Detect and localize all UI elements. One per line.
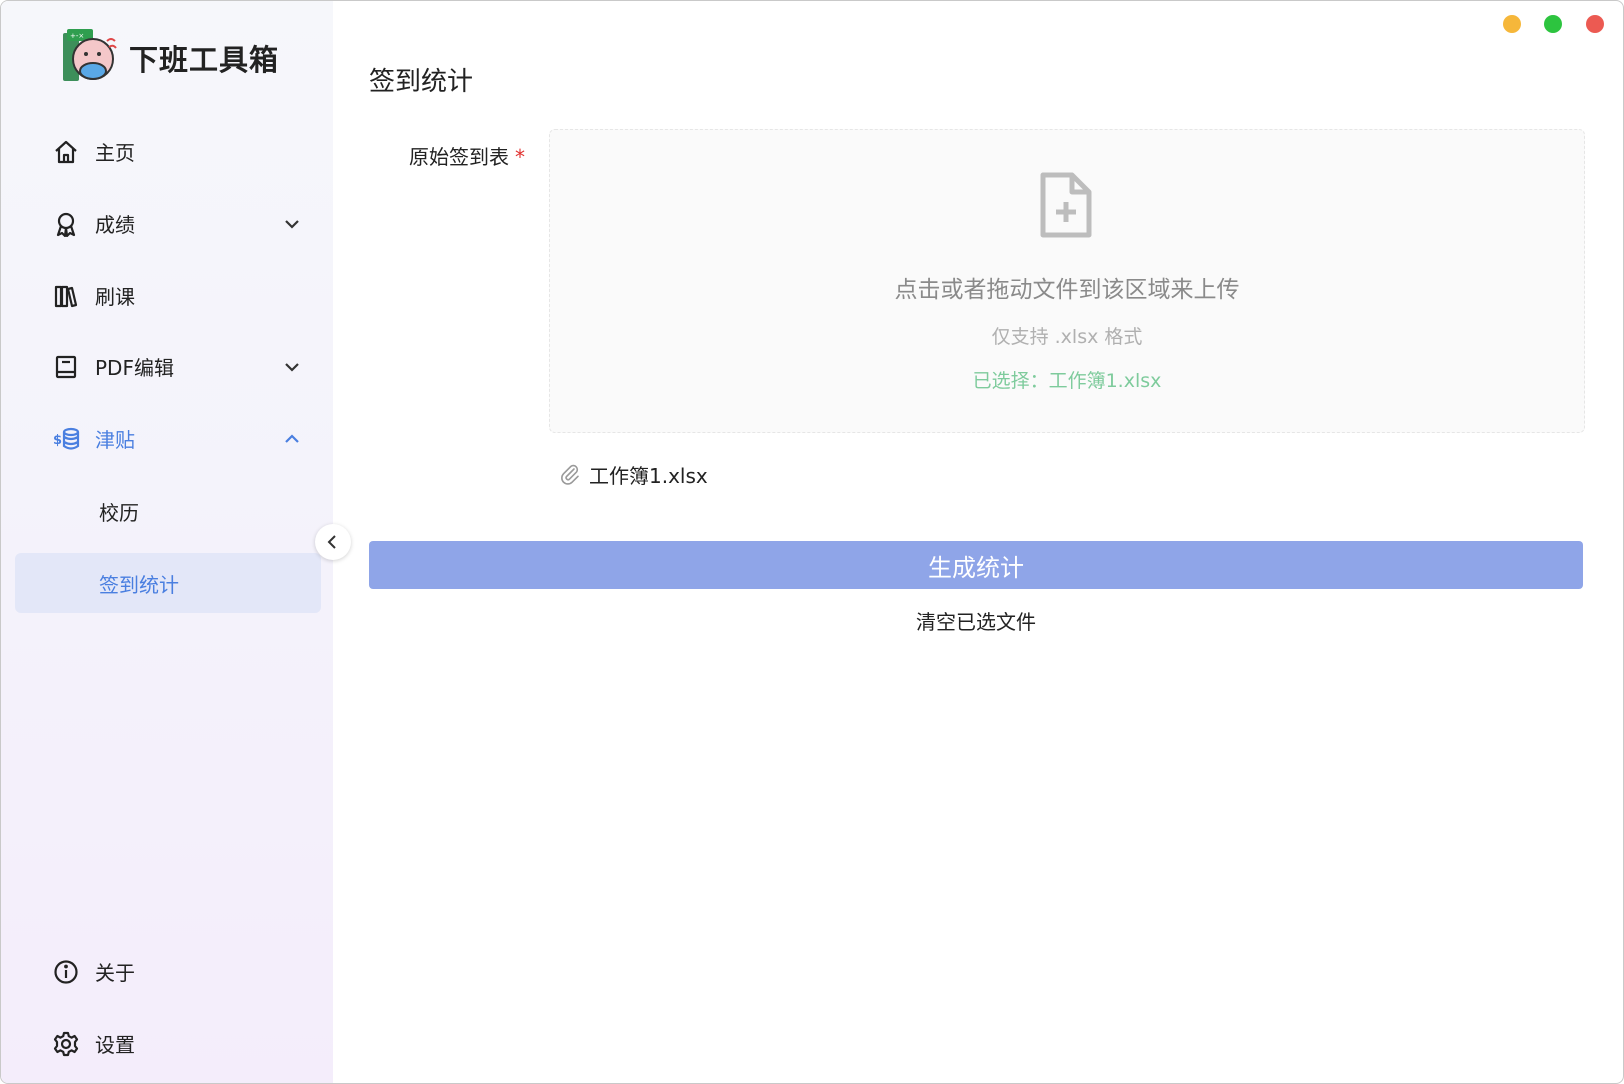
collapse-sidebar-button[interactable] [315,524,351,560]
sidebar-item-label: 校历 [99,500,139,525]
chevron-left-icon [325,534,341,550]
uploaded-file-name: 工作簿1.xlsx [589,463,708,488]
close-button[interactable] [1586,15,1604,33]
app-logo-icon: +-× [59,27,121,89]
app-name: 下班工具箱 [129,43,280,77]
minimize-button[interactable] [1503,15,1521,33]
sidebar-item-label: 签到统计 [99,572,179,597]
sidebar-item-grades[interactable]: 成绩 [15,193,321,253]
sidebar-item-label: 关于 [95,960,135,985]
sidebar-item-home[interactable]: 主页 [15,121,321,181]
gear-icon [53,1031,79,1057]
chevron-up-icon [283,430,301,448]
uploaded-file-item[interactable]: 工作簿1.xlsx [559,459,708,489]
sidebar-item-allowance[interactable]: $ 津贴 [15,408,321,468]
file-add-icon [1038,170,1094,240]
maximize-button[interactable] [1544,15,1562,33]
books-icon [53,283,79,309]
chevron-down-icon [283,358,301,376]
clear-files-button[interactable]: 清空已选文件 [369,606,1583,635]
sidebar-item-pdf-edit[interactable]: PDF编辑 [15,336,321,396]
paperclip-icon [559,463,581,485]
required-mark: * [515,145,525,169]
sidebar-item-school-calendar[interactable]: 校历 [15,481,321,541]
upload-dropzone[interactable]: 点击或者拖动文件到该区域来上传 仅支持 .xlsx 格式 已选择：工作簿1.xl… [549,129,1585,433]
chevron-down-icon [283,215,301,233]
svg-text:+-×: +-× [70,32,84,40]
coins-icon: $ [53,426,80,452]
field-label: 原始签到表 * [409,141,525,170]
sidebar-item-label: 津贴 [95,427,135,452]
upload-format-hint: 仅支持 .xlsx 格式 [991,326,1143,348]
sidebar-item-label: 主页 [95,140,135,165]
sidebar-item-label: PDF编辑 [95,355,174,380]
sidebar-item-signin-stats[interactable]: 签到统计 [15,553,321,613]
sidebar-item-about[interactable]: 关于 [15,941,321,1001]
book-icon [53,354,79,380]
generate-stats-button[interactable]: 生成统计 [369,541,1583,589]
field-label-text: 原始签到表 [409,145,509,169]
app-window: +-× 下班工具箱 主页 成绩 刷课 PDF编辑 $ 津贴 校历 签到统计 关于… [0,0,1624,1084]
brand: +-× 下班工具箱 [59,27,279,89]
svg-text:$: $ [53,433,62,448]
home-icon [53,139,79,165]
sidebar-item-label: 设置 [95,1032,135,1057]
sidebar-item-label: 刷课 [95,284,135,309]
sidebar-item-settings[interactable]: 设置 [15,1013,321,1073]
award-icon [53,211,79,238]
sidebar-item-courses[interactable]: 刷课 [15,265,321,325]
upload-instruction: 点击或者拖动文件到该区域来上传 [894,277,1240,303]
sidebar-item-label: 成绩 [95,212,135,237]
upload-selected-text: 已选择：工作簿1.xlsx [972,370,1162,392]
page-title: 签到统计 [369,67,474,97]
info-icon [53,959,79,985]
sidebar: +-× 下班工具箱 主页 成绩 刷课 PDF编辑 $ 津贴 校历 签到统计 关于… [1,1,333,1083]
